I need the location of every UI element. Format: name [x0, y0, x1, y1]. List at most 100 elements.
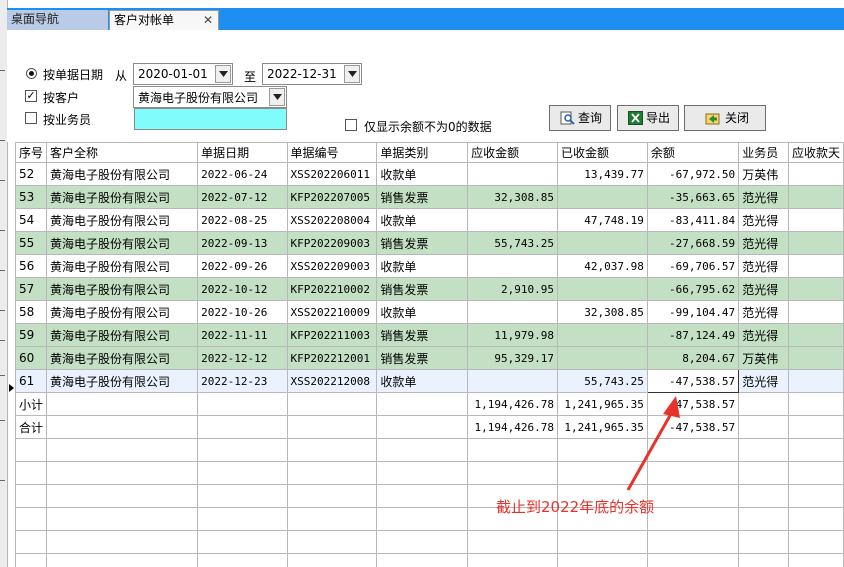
cell-days [787, 162, 844, 186]
col-header-salesperson[interactable]: 业务员 [738, 142, 789, 163]
nonzero-balance-checkbox[interactable] [345, 119, 357, 131]
by-date-radio[interactable] [26, 68, 37, 79]
cell-days [787, 323, 844, 347]
from-label: 从 [115, 69, 128, 83]
to-label: 至 [244, 70, 257, 84]
cell-doc: KFP202211003 [286, 323, 378, 347]
cell-date: 2022-11-11 [197, 323, 288, 347]
table-row[interactable]: 59 黄海电子股份有限公司 2022-11-11 KFP202211003 销售发票 11… [15, 323, 844, 347]
cell-doc: XSS202208004 [286, 208, 378, 232]
cell-date: 2022-08-25 [197, 208, 288, 232]
cell-days [787, 369, 844, 393]
cell-doc: KFP202209003 [286, 231, 378, 255]
table-row[interactable]: 52 黄海电子股份有限公司 2022-06-24 XSS202206011 收款单 13,… [15, 162, 844, 186]
cell-doc: XSS202210009 [286, 300, 378, 324]
cell-type: 收款单 [376, 254, 469, 278]
by-salesperson-label: 按业务员 [43, 113, 92, 127]
col-header-days[interactable]: 应收款天 [787, 142, 844, 163]
chevron-down-icon[interactable] [269, 88, 285, 106]
export-button[interactable]: 导出 [617, 105, 679, 131]
cell-balance: -99,104.47 [646, 300, 740, 324]
table-row[interactable]: 57 黄海电子股份有限公司 2022-10-12 KFP202210002 销售发票 2,… [15, 277, 844, 301]
cell-balance-focused[interactable]: -47,538.57 [646, 369, 740, 393]
col-header-customer[interactable]: 客户全称 [46, 142, 199, 163]
cell-type: 收款单 [376, 300, 469, 324]
cell-no: 56 [15, 254, 48, 278]
cell-no: 60 [15, 346, 48, 370]
tab-desktop-nav[interactable]: 桌面导航 [7, 10, 108, 30]
by-date-label: 按单据日期 [43, 68, 104, 82]
cell-balance: -27,668.59 [646, 231, 740, 255]
table-row[interactable]: 56 黄海电子股份有限公司 2022-09-26 XSS202209003 收款单 42,… [15, 254, 844, 278]
col-header-balance[interactable]: 余额 [646, 142, 740, 163]
col-header-date[interactable]: 单据日期 [197, 142, 288, 163]
table-row-selected[interactable]: 61 黄海电子股份有限公司 2022-12-23 XSS202212008 收款单 55,… [15, 369, 844, 393]
cell-date: 2022-07-12 [197, 185, 288, 209]
total-row: 合计 1,194,426.78 1,241,965.35 -47,538.57 [15, 415, 844, 439]
table-row[interactable]: 54 黄海电子股份有限公司 2022-08-25 XSS202208004 收款单 47,… [15, 208, 844, 232]
table-row[interactable]: 60 黄海电子股份有限公司 2022-12-12 KFP202212001 销售发票 95… [15, 346, 844, 370]
customer-select[interactable]: 黄海电子股份有限公司 [133, 86, 287, 108]
cell-receivable: 11,979.98 [467, 323, 558, 347]
close-button[interactable]: 关闭 [684, 105, 766, 131]
date-from-value: 2020-01-01 [138, 67, 208, 81]
cell-receivable [467, 254, 558, 278]
cell-doc: KFP202210002 [286, 277, 378, 301]
cell-salesperson: 范光得 [738, 231, 789, 255]
cell-salesperson: 范光得 [738, 300, 789, 324]
query-button[interactable]: 查询 [549, 105, 611, 131]
table-row[interactable]: 55 黄海电子股份有限公司 2022-09-13 KFP202209003 销售发票 55… [15, 231, 844, 255]
cell-type: 销售发票 [376, 231, 469, 255]
cell-type: 销售发票 [376, 185, 469, 209]
cell-days [787, 300, 844, 324]
cell-balance: 8,204.67 [646, 346, 740, 370]
cell-date: 2022-10-12 [197, 277, 288, 301]
empty-row [15, 438, 844, 462]
cell-received [556, 231, 648, 255]
chevron-down-icon[interactable] [215, 65, 231, 83]
col-header-receivable[interactable]: 应收金额 [467, 142, 558, 163]
col-header-received[interactable]: 已收金额 [556, 142, 648, 163]
table-row[interactable]: 58 黄海电子股份有限公司 2022-10-26 XSS202210009 收款单 32,… [15, 300, 844, 324]
close-icon[interactable]: ✕ [203, 11, 213, 30]
cell-received: 47,748.19 [556, 208, 648, 232]
date-from-picker[interactable]: 2020-01-01 [133, 63, 233, 85]
cell-salesperson: 范光得 [738, 277, 789, 301]
cell-received [556, 346, 648, 370]
total-label: 合计 [15, 415, 48, 439]
subtotal-row: 小计 1,194,426.78 1,241,965.35 -47,538.57 [15, 392, 844, 416]
cell-receivable [467, 162, 558, 186]
cell-type: 收款单 [376, 369, 469, 393]
cell-days [787, 254, 844, 278]
cell-no: 57 [15, 277, 48, 301]
close-label: 关闭 [725, 111, 750, 125]
tab-bar: 桌面导航 客户对帐单 ✕ [7, 8, 844, 30]
date-to-picker[interactable]: 2022-12-31 [262, 63, 362, 85]
subtotal-received: 1,241,965.35 [556, 392, 648, 416]
cell-days [787, 277, 844, 301]
cell-doc: KFP202212001 [286, 346, 378, 370]
cell-no: 55 [15, 231, 48, 255]
cell-receivable: 95,329.17 [467, 346, 558, 370]
salesperson-field[interactable] [134, 108, 287, 130]
cell-receivable [467, 208, 558, 232]
cell-customer: 黄海电子股份有限公司 [46, 369, 199, 393]
col-header-no[interactable]: 序号 [15, 142, 48, 163]
col-header-type[interactable]: 单据类别 [376, 142, 469, 163]
query-label: 查询 [578, 111, 603, 125]
total-received: 1,241,965.35 [556, 415, 648, 439]
cell-balance: -83,411.84 [646, 208, 740, 232]
cell-date: 2022-10-26 [197, 300, 288, 324]
cell-salesperson: 范光得 [738, 369, 789, 393]
by-customer-checkbox[interactable]: ✓ [25, 90, 37, 102]
cell-customer: 黄海电子股份有限公司 [46, 346, 199, 370]
cell-type: 收款单 [376, 162, 469, 186]
cell-type: 收款单 [376, 208, 469, 232]
tab-customer-statement[interactable]: 客户对帐单 ✕ [109, 10, 219, 30]
col-header-doc[interactable]: 单据编号 [286, 142, 378, 163]
table-row[interactable]: 53 黄海电子股份有限公司 2022-07-12 KFP202207005 销售发票 32… [15, 185, 844, 209]
by-salesperson-checkbox[interactable] [25, 112, 37, 124]
chevron-down-icon[interactable] [344, 65, 360, 83]
cell-salesperson: 范光得 [738, 254, 789, 278]
cell-receivable [467, 369, 558, 393]
